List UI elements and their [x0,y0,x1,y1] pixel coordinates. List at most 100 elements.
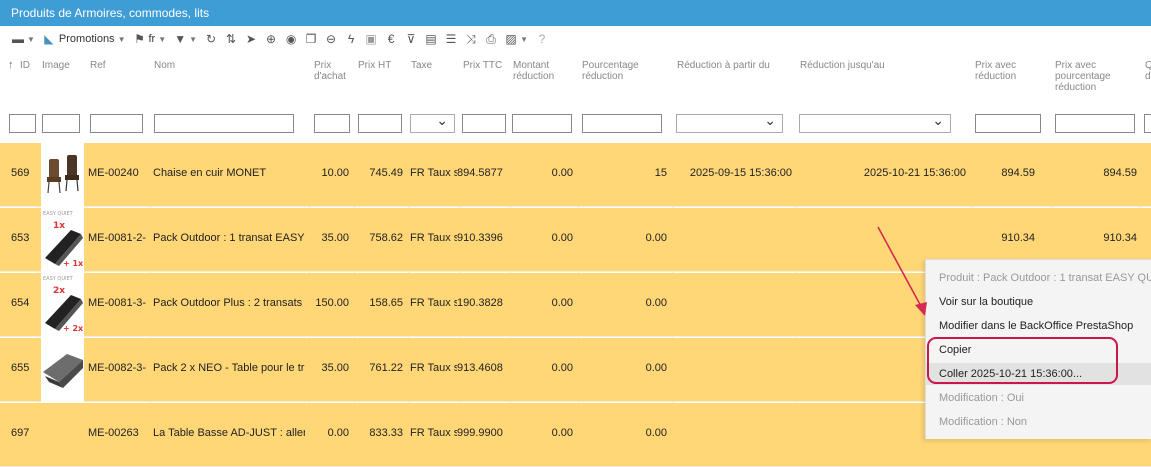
filter-prix-pourcentage-input[interactable] [1055,114,1135,133]
cell-reduction-to[interactable]: 2025-10-21 15:36:00 [800,167,966,179]
cell-pourcentage-reduction[interactable]: 0.00 [580,362,667,374]
column-header-prix-achat[interactable]: Prix d'achat [314,60,354,82]
column-header-reduction-from[interactable]: Réduction à partir du [677,60,770,71]
cell-prix-ht[interactable]: 158.65 [356,297,403,309]
context-menu-edit-backoffice[interactable]: Modifier dans le BackOffice PrestaShop [939,320,1133,332]
cell-prix-ttc[interactable]: 894.5877 [457,167,508,179]
column-header-id[interactable]: ID [20,60,30,71]
cell-nom[interactable]: La Table Basse AD-JUST : aller [153,427,305,439]
cell-prix-pourcentage[interactable]: 910.34 [1055,232,1137,244]
shuffle-button[interactable]: ⤨ [461,29,481,49]
cell-pourcentage-reduction[interactable]: 15 [580,167,667,179]
cell-taxe[interactable]: FR Taux s [410,297,457,309]
cell-montant-reduction[interactable]: 0.00 [510,427,573,439]
cell-taxe[interactable]: FR Taux s [410,362,457,374]
cell-prix-ttc[interactable]: 190.3828 [457,297,508,309]
product-thumbnail[interactable]: EASY QUIET 2x + 2x [41,273,84,337]
column-header-taxe[interactable]: Taxe [411,60,432,71]
cell-ref[interactable]: ME-0082-3- [88,362,150,374]
cell-id[interactable]: 654 [11,297,36,309]
cell-ref[interactable]: ME-00240 [88,167,150,179]
filter-prix-achat-input[interactable] [314,114,350,133]
help-button[interactable]: ? [532,29,552,49]
cell-prix-achat[interactable]: 0.00 [310,427,349,439]
column-header-pourcentage-reduction[interactable]: Pourcentage réduction [582,60,662,82]
duplicate-button[interactable]: ◉ [281,29,301,49]
filter-prix-ttc-input[interactable] [462,114,506,133]
columns-button[interactable]: ⇅ [221,29,241,49]
copy-button[interactable]: ❐ [301,29,321,49]
cell-prix-ht[interactable]: 833.33 [356,427,403,439]
filter-reduction-from-select[interactable] [676,112,783,133]
print-button[interactable]: ⎙ [481,29,501,49]
column-header-prix-pourcentage[interactable]: Prix avec pourcentage réduction [1055,60,1125,93]
column-header-reduction-to[interactable]: Réduction jusqu'au [800,60,885,71]
cell-id[interactable]: 569 [11,167,36,179]
column-header-nom[interactable]: Nom [154,60,175,71]
cell-pourcentage-reduction[interactable]: 0.00 [580,297,667,309]
cell-id[interactable]: 653 [11,232,36,244]
category-button[interactable]: ▣ [361,29,381,49]
cell-prix-ttc[interactable]: 913.4608 [457,362,508,374]
column-header-prix-reduction[interactable]: Prix avec réduction [975,60,1037,82]
image-menu-button[interactable]: ▨ ▼ [501,29,532,49]
cell-prix-ttc[interactable]: 999.9900 [457,427,508,439]
cell-prix-reduction[interactable]: 910.34 [975,232,1035,244]
filter-prix-ht-input[interactable] [358,114,402,133]
clear-filter-button[interactable]: ⊽ [401,29,421,49]
list-button[interactable]: ☰ [441,29,461,49]
filter-ref-input[interactable] [90,114,143,133]
cell-montant-reduction[interactable]: 0.00 [510,167,573,179]
cell-prix-ht[interactable]: 758.62 [356,232,403,244]
filter-menu-button[interactable]: ▼ ▼ [170,29,201,49]
cell-ref[interactable]: ME-0081-3- [88,297,150,309]
product-thumbnail[interactable] [41,338,84,402]
column-header-montant-reduction[interactable]: Montant réduction [513,60,573,82]
add-button[interactable]: ⊕ [261,29,281,49]
product-thumbnail[interactable] [41,143,84,207]
column-header-image[interactable]: Image [42,60,70,71]
cell-reduction-from[interactable]: 2025-09-15 15:36:00 [676,167,792,179]
filter-taxe-select[interactable] [410,112,455,133]
filter-nom-input[interactable] [154,114,294,133]
cell-montant-reduction[interactable]: 0.00 [510,232,573,244]
cell-nom[interactable]: Chaise en cuir MONET [153,167,305,179]
cell-prix-achat[interactable]: 35.00 [310,362,349,374]
cell-nom[interactable]: Pack Outdoor Plus : 2 transats [153,297,305,309]
cell-id[interactable]: 697 [11,427,36,439]
cell-montant-reduction[interactable]: 0.00 [510,297,573,309]
cell-nom[interactable]: Pack 2 x NEO - Table pour le tr [153,362,305,374]
cell-ref[interactable]: ME-0081-2- [88,232,150,244]
select-button[interactable]: ➤ [241,29,261,49]
cell-prix-achat[interactable]: 150.00 [310,297,349,309]
filter-id-input[interactable] [9,114,36,133]
column-header-quantity[interactable]: Q d [1145,60,1151,82]
column-header-prix-ht[interactable]: Prix HT [358,60,391,71]
filter-pourcentage-input[interactable] [582,114,662,133]
cell-nom[interactable]: Pack Outdoor : 1 transat EASY [153,232,305,244]
cell-taxe[interactable]: FR Taux s [410,167,457,179]
column-header-prix-ttc[interactable]: Prix TTC [463,60,502,71]
promotions-menu-button[interactable]: ◣ Promotions ▼ [39,29,130,49]
cell-prix-achat[interactable]: 10.00 [310,167,349,179]
cell-prix-achat[interactable]: 35.00 [310,232,349,244]
cell-ref[interactable]: ME-00263 [88,427,150,439]
quick-action-button[interactable]: ϟ [341,29,361,49]
filter-quantity-input[interactable] [1144,114,1151,133]
save-menu-button[interactable]: ▬ ▼ [8,29,39,49]
refresh-button[interactable]: ↻ [201,29,221,49]
cell-prix-ttc[interactable]: 910.3396 [457,232,508,244]
cell-montant-reduction[interactable]: 0.00 [510,362,573,374]
cell-pourcentage-reduction[interactable]: 0.00 [580,427,667,439]
filter-montant-input[interactable] [512,114,572,133]
context-menu-view-shop[interactable]: Voir sur la boutique [939,296,1033,308]
cell-prix-ht[interactable]: 761.22 [356,362,403,374]
language-select[interactable]: ⚑ fr ▼ [129,29,170,49]
filter-reduction-to-select[interactable] [799,112,951,133]
cell-taxe[interactable]: FR Taux s [410,232,457,244]
cell-taxe[interactable]: FR Taux s [410,427,457,439]
cell-prix-reduction[interactable]: 894.59 [975,167,1035,179]
cell-prix-pourcentage[interactable]: 894.59 [1055,167,1137,179]
cell-prix-ht[interactable]: 745.49 [356,167,403,179]
price-button[interactable]: € [381,29,401,49]
